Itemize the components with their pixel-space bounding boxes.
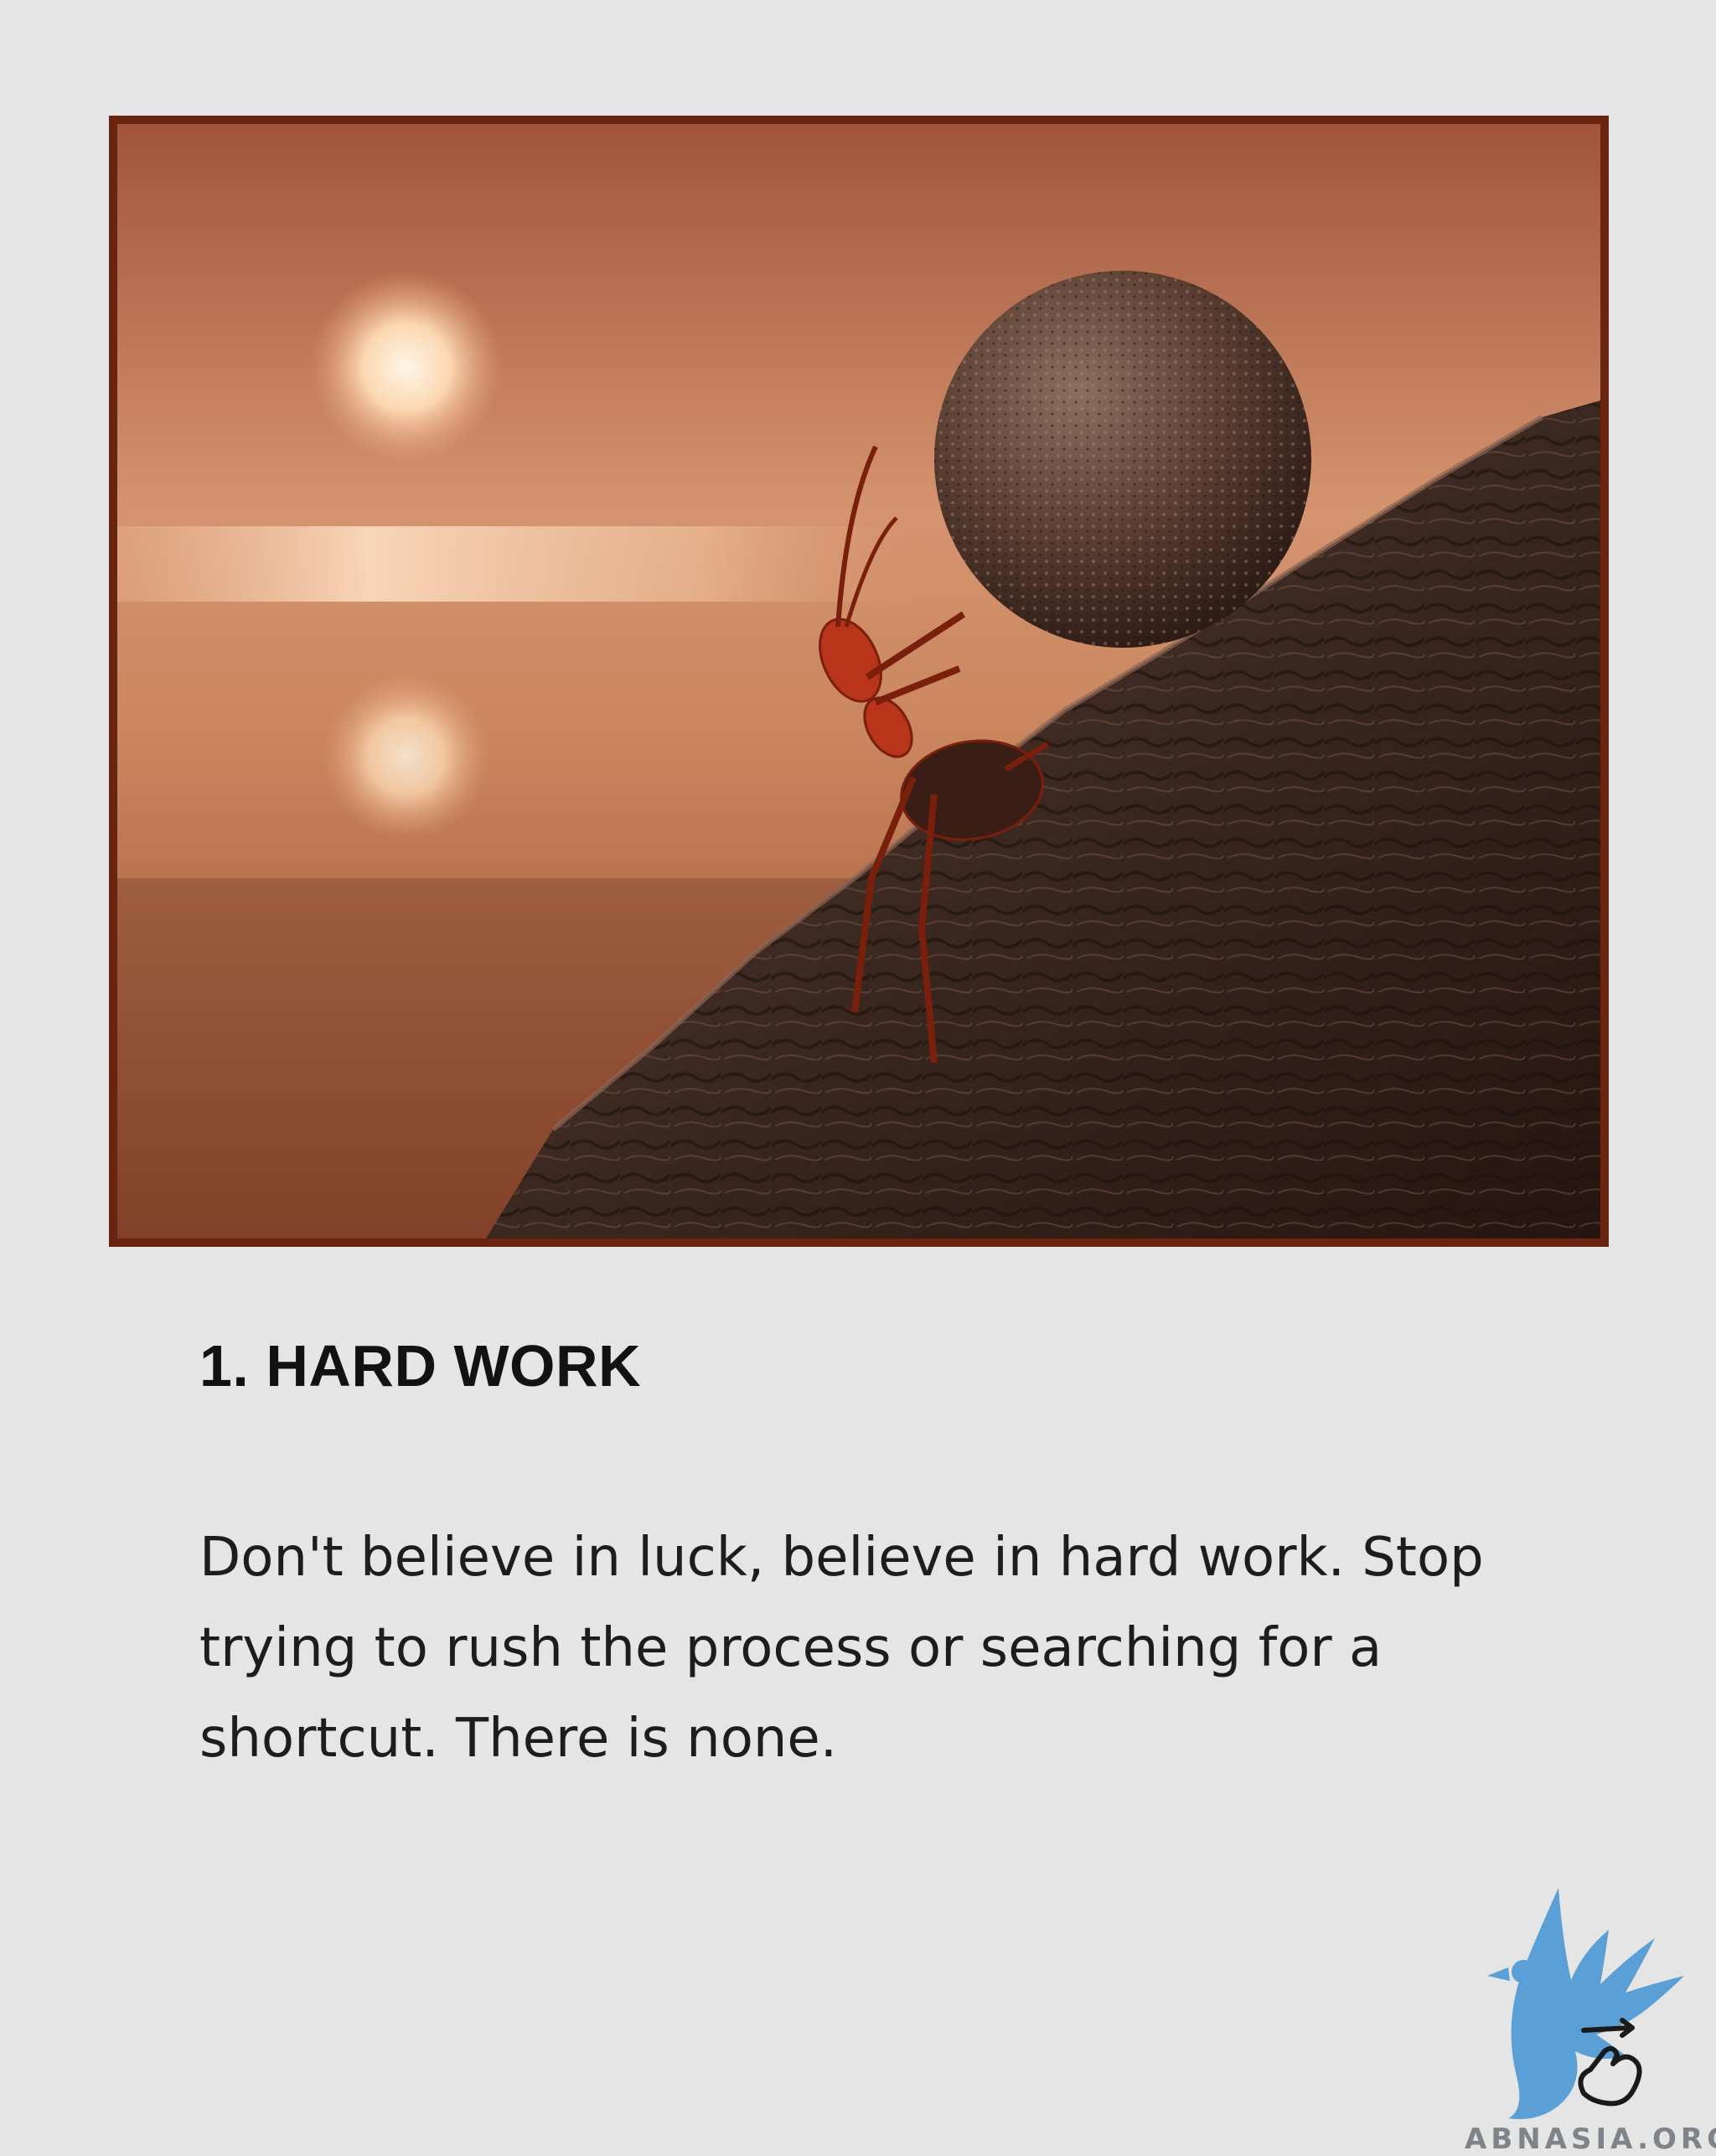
photo-frame [109, 116, 1609, 1247]
bird-logo-icon [1458, 1884, 1709, 2135]
ant-pushing-boulder-photo [117, 124, 1600, 1238]
bird-icon [1487, 1888, 1684, 2119]
body-paragraph: Don't believe in luck, believe in hard w… [199, 1527, 1484, 1770]
page-title: 1. HARD WORK [199, 1333, 642, 1399]
watermark-text: ABNASIA.ORG [1465, 2122, 1716, 2156]
